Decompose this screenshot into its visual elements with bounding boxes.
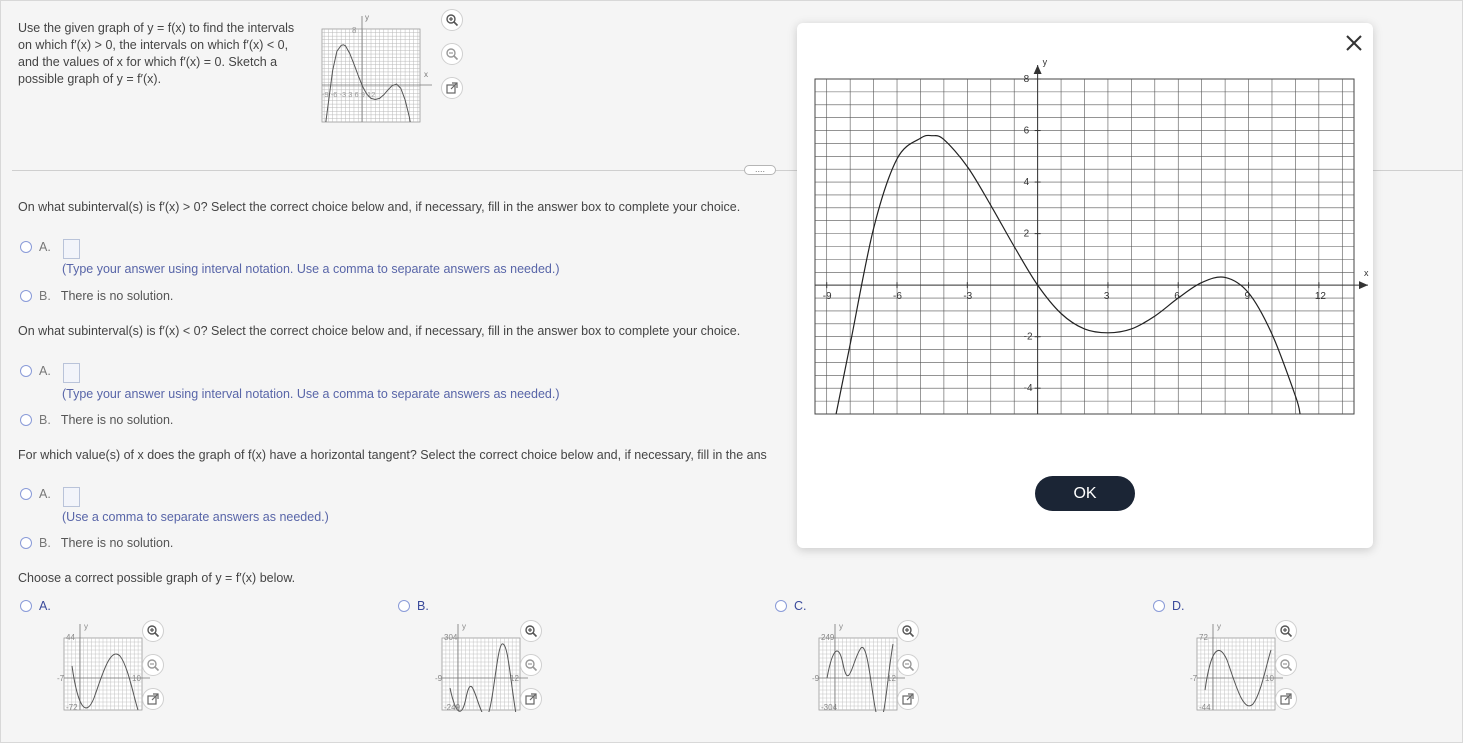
x-tick-label: 3 [1104,291,1110,302]
q1-radio-b[interactable] [20,290,32,302]
y-tick-label: -4 [1024,383,1033,394]
zoom-out-icon[interactable] [142,654,164,676]
graph-option-d[interactable]: D. [1153,599,1185,613]
popout-icon[interactable] [897,688,919,710]
question-2-text: On what subinterval(s) is f′(x) < 0? Sel… [18,324,741,338]
graph-x-left: -9 [435,674,443,683]
zoom-out-icon[interactable] [897,654,919,676]
zoom-in-icon[interactable] [441,9,463,31]
graph-y-label: y [462,622,466,631]
graph-radio-b[interactable] [398,600,410,612]
q3-option-a[interactable]: A. [20,487,61,501]
graph-option-label: C. [794,599,807,613]
q3-hint: (Use a comma to separate answers as need… [62,510,329,524]
q3-radio-b[interactable] [20,537,32,549]
q1-radio-a[interactable] [20,241,32,253]
q1-hint: (Type your answer using interval notatio… [62,262,560,276]
x-tick-label: -6 [893,291,902,302]
graph-option-thumbnail[interactable]: yx44-72-710 [40,620,155,712]
q1-answer-box[interactable] [63,239,80,259]
thumb-x-label: x [424,70,428,79]
x-tick-label: -9 [823,291,832,302]
ok-button[interactable]: OK [1035,476,1135,511]
graph-option-thumbnail[interactable]: yx304-249-912 [418,620,533,712]
q3-answer-box[interactable] [63,487,80,507]
graph-y-top: 249 [821,633,835,642]
question-1-text: On what subinterval(s) is f′(x) > 0? Sel… [18,200,741,214]
graph-x-left: -7 [57,674,65,683]
x-axis-label: x [1364,268,1369,278]
zoom-out-icon[interactable] [441,43,463,65]
enlarged-graph: yx-9 -6 -3 3 6 9 128642-2-4 [814,57,1369,415]
x-tick-label: -3 [963,291,972,302]
graph-y-label: y [84,622,88,631]
y-tick-label: 6 [1024,126,1030,137]
graph-option-thumbnail[interactable]: yx249-304-912 [795,620,910,712]
graph-y-top: 44 [66,633,75,642]
y-tick-label: 4 [1024,177,1030,188]
divider-handle[interactable]: .... [744,165,776,175]
thumb-y-label: y [365,13,369,22]
graph-radio-c[interactable] [775,600,787,612]
graph-y-top: 72 [1199,633,1208,642]
q2-hint: (Type your answer using interval notatio… [62,387,560,401]
graph-radio-d[interactable] [1153,600,1165,612]
popout-icon[interactable] [441,77,463,99]
graph-x-right: 12 [510,674,519,683]
q2-radio-b[interactable] [20,414,32,426]
y-tick-label: 8 [1024,74,1030,85]
y-tick-label: -2 [1024,332,1033,343]
popout-icon[interactable] [1275,688,1297,710]
popout-icon[interactable] [520,688,542,710]
graph-x-left: -7 [1190,674,1198,683]
graph-option-a[interactable]: A. [20,599,51,613]
popout-icon[interactable] [142,688,164,710]
q2-radio-a[interactable] [20,365,32,377]
graph-y-label: y [1217,622,1221,631]
graph-y-top: 304 [444,633,458,642]
graph-option-label: D. [1172,599,1185,613]
graph-y-bottom: -249 [444,703,461,712]
problem-prompt: Use the given graph of y = f(x) to find … [18,21,295,86]
y-axis-label: y [1043,57,1048,67]
graph-option-thumbnail[interactable]: yx72-44-710 [1173,620,1288,712]
graph-option-c[interactable]: C. [775,599,807,613]
problem-graph-thumbnail[interactable]: y x 8 -9 -6 -3 3 6 9 12 [320,12,438,124]
graph-radio-a[interactable] [20,600,32,612]
graph-y-bottom: -72 [66,703,78,712]
thumb-y-tick: 8 [352,26,357,35]
q3-option-b[interactable]: B. There is no solution. [20,536,173,550]
graph-option-b[interactable]: B. [398,599,429,613]
zoom-in-icon[interactable] [520,620,542,642]
x-tick-label: 9 [1245,291,1251,302]
close-icon[interactable] [1344,33,1364,53]
graph-x-right: 12 [887,674,896,683]
y-tick-label: 2 [1024,229,1030,240]
q2-option-a[interactable]: A. [20,364,61,378]
graph-y-label: y [839,622,843,631]
q1-option-a[interactable]: A. [20,240,61,254]
graph-x-right: 10 [132,674,141,683]
graph-x-left: -9 [812,674,820,683]
graph-y-bottom: -44 [1199,703,1211,712]
zoom-in-icon[interactable] [1275,620,1297,642]
q2-option-b[interactable]: B. There is no solution. [20,413,173,427]
x-tick-label: 12 [1315,291,1327,302]
question-3-text: For which value(s) of x does the graph o… [18,448,767,462]
q2-answer-box[interactable] [63,363,80,383]
q3-radio-a[interactable] [20,488,32,500]
graph-modal: y x -9 -6 -3 3 6 9 12 8 6 4 2 -2 -4 OK [797,23,1373,548]
graph-option-label: B. [417,599,429,613]
graph-y-bottom: -304 [821,703,838,712]
graph-question-text: Choose a correct possible graph of y = f… [18,571,296,585]
zoom-out-icon[interactable] [520,654,542,676]
graph-option-label: A. [39,599,51,613]
zoom-out-icon[interactable] [1275,654,1297,676]
zoom-in-icon[interactable] [142,620,164,642]
zoom-in-icon[interactable] [897,620,919,642]
q1-option-b[interactable]: B. There is no solution. [20,289,173,303]
graph-x-right: 10 [1265,674,1274,683]
